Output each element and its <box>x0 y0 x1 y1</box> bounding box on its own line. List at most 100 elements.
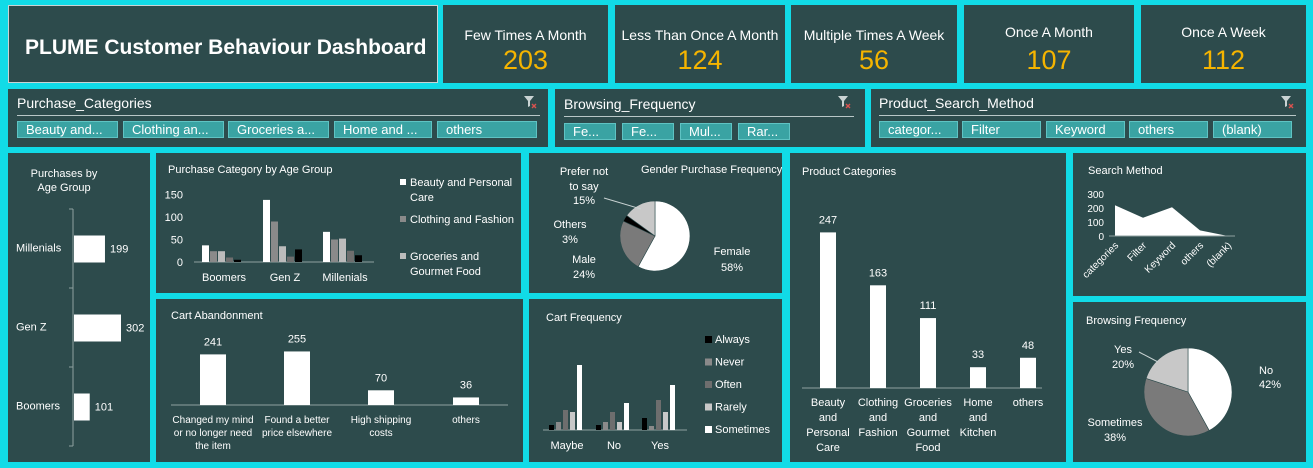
tick-label: 0 <box>1098 232 1104 243</box>
chart-category-by-age: Purchase Category by Age Group 150 100 50 0 B… <box>156 153 521 293</box>
tick-label: and <box>869 412 887 424</box>
kpi-value: 112 <box>1201 45 1246 75</box>
pie-label: Male <box>572 254 596 266</box>
chart-title: Browsing Frequency <box>1086 315 1187 327</box>
tick-label: Beauty <box>811 397 846 409</box>
tick-label: categories <box>1081 240 1121 280</box>
legend-label: Sometimes <box>715 424 771 436</box>
slicer-item-groceries[interactable]: Groceries a... <box>228 121 329 138</box>
cart-frequency-svg: Cart Frequency Maybe No Yes Always Never Often… <box>543 312 771 452</box>
bar <box>200 354 226 405</box>
legend-label: Rarely <box>715 402 747 414</box>
slicer-item-multiple[interactable]: Mul... <box>680 123 732 140</box>
data-label: 48 <box>1022 340 1034 352</box>
slicer-title: Product_Search_Method <box>879 95 1034 111</box>
legend-label: Groceries and <box>410 251 479 263</box>
bar <box>347 250 354 262</box>
tick-label: and <box>969 412 987 424</box>
data-label: 255 <box>288 333 306 345</box>
clear-filter-icon[interactable] <box>1280 95 1294 109</box>
bar <box>368 390 394 405</box>
tick-label: 300 <box>1087 190 1104 201</box>
leader-line <box>603 197 642 210</box>
legend-swatch <box>400 216 406 222</box>
pie-label: Yes <box>1114 344 1132 356</box>
kpi-label: Once A Week <box>1181 24 1266 40</box>
slicer-item-beauty[interactable]: Beauty and... <box>17 121 118 138</box>
legend-swatch <box>705 381 712 388</box>
slicer-item-keyword[interactable]: Keyword <box>1046 121 1125 138</box>
tick-label: Changed my mind <box>172 415 253 426</box>
tick-label: Gen Z <box>270 272 301 284</box>
bar <box>279 246 286 262</box>
tick-label: Kitchen <box>960 427 997 439</box>
bar <box>577 365 582 430</box>
kpi-label: Less Than Once A Month <box>621 27 779 43</box>
pie-label: No <box>1259 365 1273 377</box>
tick-label: Food <box>915 442 940 454</box>
bar <box>210 251 217 262</box>
slicer-item-few-2[interactable]: Fe... <box>622 123 674 140</box>
bar <box>202 245 209 262</box>
bar <box>870 285 886 388</box>
chart-cart-frequency: Cart Frequency Maybe No Yes Always Never Often… <box>529 299 782 462</box>
tick-label: 150 <box>165 190 183 202</box>
chart-title: Cart Abandonment <box>171 310 263 322</box>
bar <box>610 412 615 430</box>
chart-title: Purchase Category by Age Group <box>168 164 332 176</box>
slicer-item-clothing[interactable]: Clothing an... <box>123 121 224 138</box>
data-label: 241 <box>204 336 222 348</box>
slicer-item-others[interactable]: others <box>1129 121 1208 138</box>
bar <box>603 422 608 430</box>
area-series <box>1115 205 1228 236</box>
data-label: 101 <box>95 402 113 414</box>
slicer-item-blank[interactable]: (blank) <box>1213 121 1292 138</box>
tick-label: 200 <box>1087 204 1104 215</box>
slicer-item-filter[interactable]: Filter <box>962 121 1041 138</box>
data-label: 111 <box>920 300 937 312</box>
pie-value: 3% <box>562 234 578 246</box>
tick-label: Care <box>816 442 840 454</box>
slicer-item-others[interactable]: others <box>437 121 537 138</box>
bar <box>74 393 90 421</box>
bar <box>617 422 622 430</box>
slicer-item-categories[interactable]: categor... <box>879 121 958 138</box>
chart-title: Cart Frequency <box>546 312 622 324</box>
tick-label: 100 <box>1087 218 1104 229</box>
bar <box>218 251 225 262</box>
slicer-item-rarely[interactable]: Rar... <box>738 123 790 140</box>
tick-label: 50 <box>171 235 183 247</box>
tick-label: Yes <box>651 440 669 452</box>
legend-label: Never <box>715 357 745 369</box>
chart-cart-abandonment: Cart Abandonment 241 Changed my mind or no … <box>156 299 523 462</box>
chart-title: Purchases by <box>31 168 98 180</box>
leader-line <box>1138 351 1159 363</box>
data-label: 33 <box>972 349 984 361</box>
clear-filter-icon[interactable] <box>523 95 537 109</box>
bar <box>323 231 330 262</box>
bar <box>287 256 294 262</box>
clear-filter-icon[interactable] <box>837 95 851 109</box>
tick-label: Boomers <box>202 272 247 284</box>
bar <box>271 221 278 262</box>
slicer-title: Browsing_Frequency <box>564 96 696 112</box>
tick-label: High shipping <box>351 415 412 426</box>
tick-label: Home <box>963 397 992 409</box>
slicer-product-search-method: Product_Search_Method categor... Filter … <box>871 89 1306 147</box>
legend-label: Beauty and Personal <box>410 177 512 189</box>
pie-value: 15% <box>573 195 595 207</box>
slicer-item-home[interactable]: Home and ... <box>334 121 432 138</box>
tick-label: 0 <box>177 257 183 269</box>
tick-label: (blank) <box>1205 240 1234 269</box>
legend-label: Often <box>715 379 742 391</box>
bar <box>226 257 233 262</box>
bar <box>1020 357 1036 388</box>
tick-label: others <box>1013 397 1044 409</box>
chart-search-method: Search Method 300 200 100 0 categories Filter K… <box>1073 153 1306 296</box>
legend-swatch <box>705 336 712 343</box>
bar <box>284 351 310 405</box>
slicer-divider <box>564 116 854 117</box>
tick-label: Gourmet <box>907 427 950 439</box>
pie-label: Female <box>714 246 751 258</box>
slicer-item-few-1[interactable]: Fe... <box>564 123 616 140</box>
